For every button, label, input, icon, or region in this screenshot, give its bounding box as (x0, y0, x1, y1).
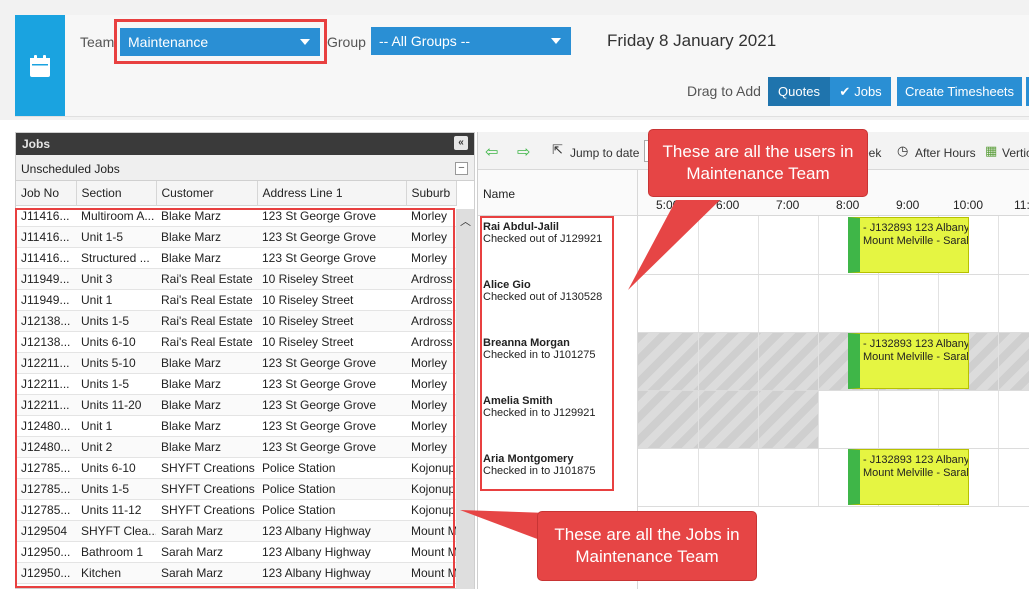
users-callout-pointer (628, 200, 720, 290)
users-callout: These are all the users in Maintenance T… (649, 130, 867, 196)
jobs-callout-pointer (460, 510, 548, 543)
jobs-callout: These are all the Jobs in Maintenance Te… (538, 512, 756, 580)
callout-pointers (460, 200, 720, 543)
